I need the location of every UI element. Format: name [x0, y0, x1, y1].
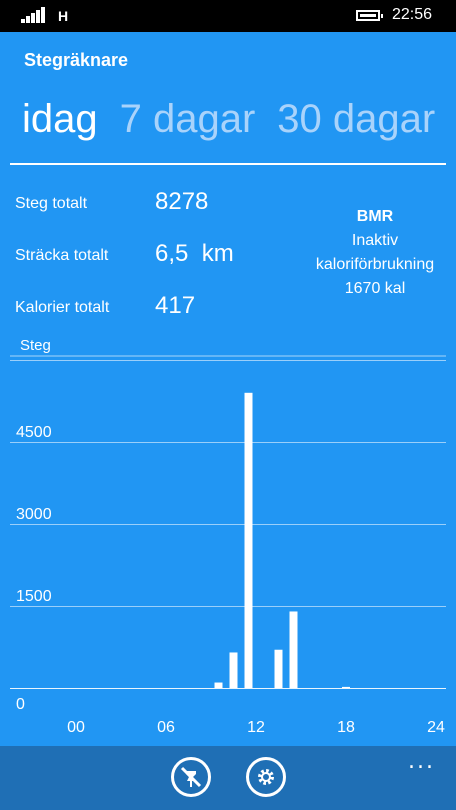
calories-total-value: 417 — [155, 292, 196, 319]
network-type: H — [58, 8, 69, 24]
pivot-tabs: idag 7 dagar 30 dagar — [22, 97, 456, 142]
x-tick-label: 00 — [67, 719, 85, 736]
x-tick-label: 18 — [337, 719, 355, 736]
bmr-panel: BMR Inaktiv kaloriförbrukning 1670 kal — [300, 205, 450, 301]
bmr-line-3: 1670 kal — [344, 280, 406, 297]
x-tick-label: 06 — [157, 719, 175, 736]
x-tick-label: 24 — [427, 719, 445, 736]
x-tick-label: 12 — [247, 719, 265, 736]
app-title: Stegräknare — [24, 50, 129, 70]
chart-bar — [214, 682, 223, 688]
steps-total-value: 8278 — [155, 188, 209, 215]
more-options-button[interactable]: ... — [408, 749, 435, 774]
chart-bar — [274, 649, 283, 688]
tab-7-days[interactable]: 7 dagar — [120, 97, 256, 142]
clock: 22:56 — [392, 6, 433, 23]
steps-chart: 600045003000150000006121824 — [10, 355, 446, 736]
chart-bar — [342, 686, 350, 688]
chart-bar — [244, 392, 253, 688]
steps-total-label: Steg totalt — [15, 195, 88, 212]
unpin-button[interactable] — [171, 757, 211, 797]
distance-total-value: 6,5 km — [155, 240, 234, 267]
signal-strength-icon — [21, 7, 47, 23]
calories-total-label: Kalorier totalt — [15, 299, 110, 316]
bmr-title: BMR — [356, 208, 394, 225]
y-tick-label: 6000 — [16, 355, 52, 359]
pin-off-icon — [180, 766, 202, 788]
settings-icon — [258, 769, 274, 785]
status-bar: H 22:56 — [0, 0, 456, 32]
settings-button[interactable] — [246, 757, 286, 797]
tab-today[interactable]: idag — [22, 97, 98, 142]
y-tick-label: 3000 — [16, 506, 52, 523]
chart-y-axis-title: Steg — [20, 337, 51, 354]
distance-total-label: Sträcka totalt — [15, 247, 109, 264]
app-bar — [0, 746, 456, 810]
bmr-line-1: Inaktiv — [351, 232, 399, 249]
chart-bar — [229, 652, 238, 688]
tab-divider — [10, 163, 446, 165]
chart-bar — [289, 611, 298, 688]
y-tick-label: 4500 — [16, 424, 52, 441]
battery-icon — [356, 10, 383, 21]
y-tick-label: 1500 — [16, 588, 52, 605]
bmr-line-2: kaloriförbrukning — [315, 256, 435, 273]
y-tick-label: 0 — [16, 696, 25, 713]
tab-30-days[interactable]: 30 dagar — [277, 97, 435, 142]
